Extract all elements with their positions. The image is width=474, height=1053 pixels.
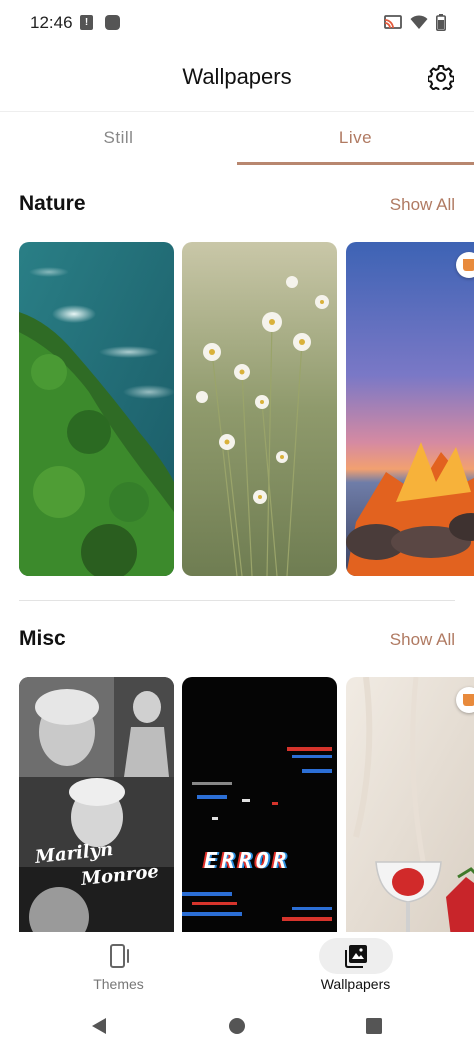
wallpaper-card-glitch-error[interactable]: ERROR [182, 677, 337, 937]
page-title: Wallpapers [182, 64, 292, 89]
nav-wallpapers-label: Wallpapers [320, 976, 391, 992]
wifi-icon [410, 15, 428, 29]
wallpaper-card-campfire-sunset[interactable] [346, 242, 474, 576]
section-title-nature: Nature [19, 192, 86, 215]
nav-wallpapers-icon-wrap [318, 938, 393, 974]
system-navigation-bar [0, 998, 474, 1053]
recents-icon[interactable] [365, 1017, 383, 1035]
wallpaper-card-daisies[interactable] [182, 242, 337, 576]
tab-indicator [237, 162, 474, 165]
tab-still[interactable]: Still [0, 112, 237, 166]
show-all-nature-button[interactable]: Show All [390, 195, 455, 215]
wallpaper-card-strawberry-glass[interactable] [346, 677, 474, 937]
glitch-error-image [182, 677, 337, 937]
settings-button[interactable] [427, 64, 455, 93]
nav-themes-icon-wrap [82, 938, 156, 974]
back-icon[interactable] [90, 1017, 108, 1035]
app-header: Wallpapers [0, 46, 474, 112]
wallpaper-card-ocean-cliff[interactable] [19, 242, 174, 576]
battery-icon [436, 13, 446, 31]
section-divider [19, 600, 455, 601]
wallpapers-icon [344, 945, 367, 968]
marilyn-monroe-image [19, 677, 174, 937]
status-icons [384, 13, 446, 31]
bottom-navigation: Themes Wallpapers [0, 932, 474, 998]
strawberry-glass-image [346, 677, 474, 937]
cast-icon [384, 15, 402, 29]
alert-icon: ! [80, 15, 93, 30]
app-icon [105, 15, 120, 30]
status-bar: 12:46 ! [0, 0, 474, 46]
themes-icon [109, 944, 129, 968]
gear-icon [427, 65, 455, 93]
nav-wallpapers[interactable]: Wallpapers [237, 932, 474, 998]
tab-live[interactable]: Live [237, 112, 474, 166]
campfire-sunset-image [346, 242, 474, 576]
status-time: 12:46 [30, 13, 73, 32]
nav-themes-label: Themes [93, 976, 144, 992]
nav-themes[interactable]: Themes [0, 932, 237, 998]
daisies-image [182, 242, 337, 576]
home-icon[interactable] [228, 1017, 246, 1035]
wallpaper-card-marilyn-monroe[interactable]: Marilyn Monroe [19, 677, 174, 937]
glitch-error-text: ERROR [204, 849, 291, 874]
show-all-misc-button[interactable]: Show All [390, 630, 455, 650]
ocean-cliff-image [19, 242, 174, 576]
section-title-misc: Misc [19, 627, 66, 650]
tab-bar: Still Live [0, 112, 474, 166]
